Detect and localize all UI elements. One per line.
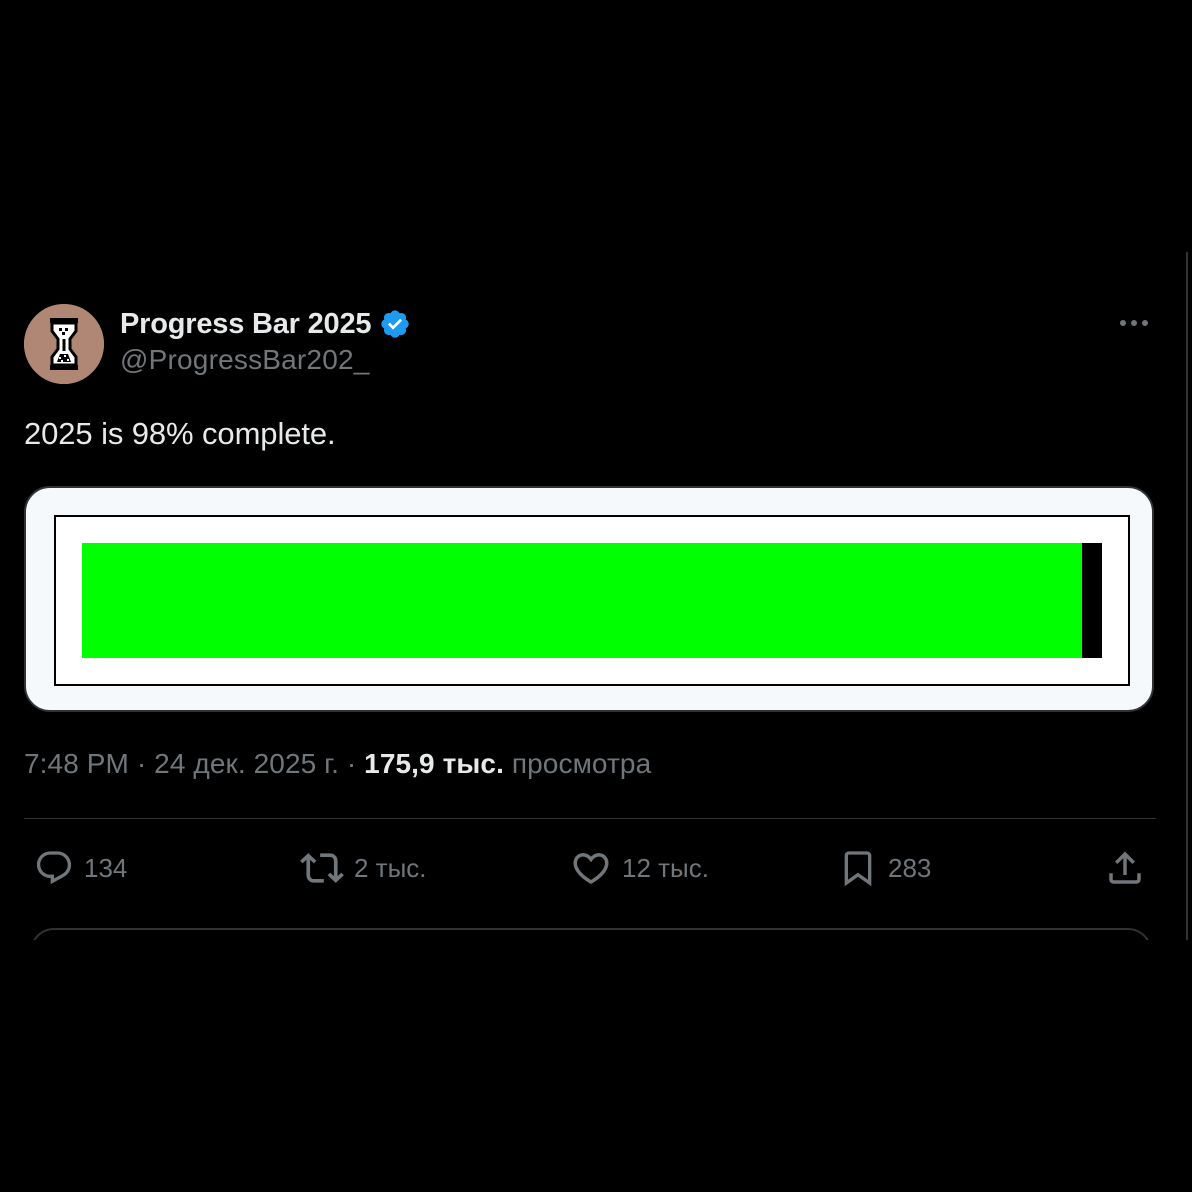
share-icon <box>1109 851 1141 884</box>
progress-bar-track <box>82 543 1102 658</box>
column-border <box>1186 252 1188 942</box>
progress-bar-fill <box>82 543 1082 658</box>
like-button[interactable]: 12 тыс. <box>570 840 709 896</box>
repost-count: 2 тыс. <box>354 852 427 883</box>
reply-button[interactable]: 134 <box>34 840 127 896</box>
handle[interactable]: @ProgressBar202_ <box>120 344 411 376</box>
tweet-text: 2025 is 98% complete. <box>24 416 336 451</box>
share-button[interactable] <box>1104 840 1146 896</box>
tweet: Progress Bar 2025 @ProgressBar202_ 2025 … <box>24 300 1156 887</box>
meta-separator: · <box>128 748 155 779</box>
bottom-mask <box>0 940 1192 1192</box>
bookmark-icon <box>844 851 872 887</box>
action-bar: 134 2 тыс. 12 тыс. 283 <box>24 840 1156 896</box>
tweet-media[interactable] <box>24 486 1154 712</box>
hourglass-icon <box>24 304 104 384</box>
avatar[interactable] <box>24 304 104 384</box>
bookmark-button[interactable]: 283 <box>838 840 931 896</box>
verified-badge-icon <box>379 308 411 340</box>
views-label: просмотра <box>503 748 652 779</box>
bookmark-count: 283 <box>888 852 932 883</box>
tweet-time[interactable]: 7:48 PM <box>24 748 129 779</box>
display-name-row: Progress Bar 2025 <box>120 304 411 344</box>
author-names: Progress Bar 2025 @ProgressBar202_ <box>120 304 411 376</box>
views-count[interactable]: 175,9 тыс. <box>364 748 504 779</box>
meta-separator: · <box>338 748 365 779</box>
tweet-header: Progress Bar 2025 @ProgressBar202_ <box>24 300 1156 386</box>
reply-icon <box>36 851 72 885</box>
heart-icon <box>573 853 609 885</box>
progress-bar-frame <box>54 515 1130 686</box>
divider <box>24 818 1156 819</box>
more-horizontal-icon <box>1120 320 1148 326</box>
like-count: 12 тыс. <box>622 852 709 883</box>
repost-icon <box>300 853 344 883</box>
tweet-meta: 7:48 PM · 24 дек. 2025 г. · 175,9 тыс. п… <box>24 748 651 780</box>
tweet-date[interactable]: 24 дек. 2025 г. <box>154 748 339 779</box>
repost-button[interactable]: 2 тыс. <box>300 840 427 896</box>
more-button[interactable] <box>1114 308 1154 338</box>
reply-count: 134 <box>84 852 128 883</box>
screen: Progress Bar 2025 @ProgressBar202_ 2025 … <box>0 0 1192 1192</box>
display-name[interactable]: Progress Bar 2025 <box>120 308 372 341</box>
